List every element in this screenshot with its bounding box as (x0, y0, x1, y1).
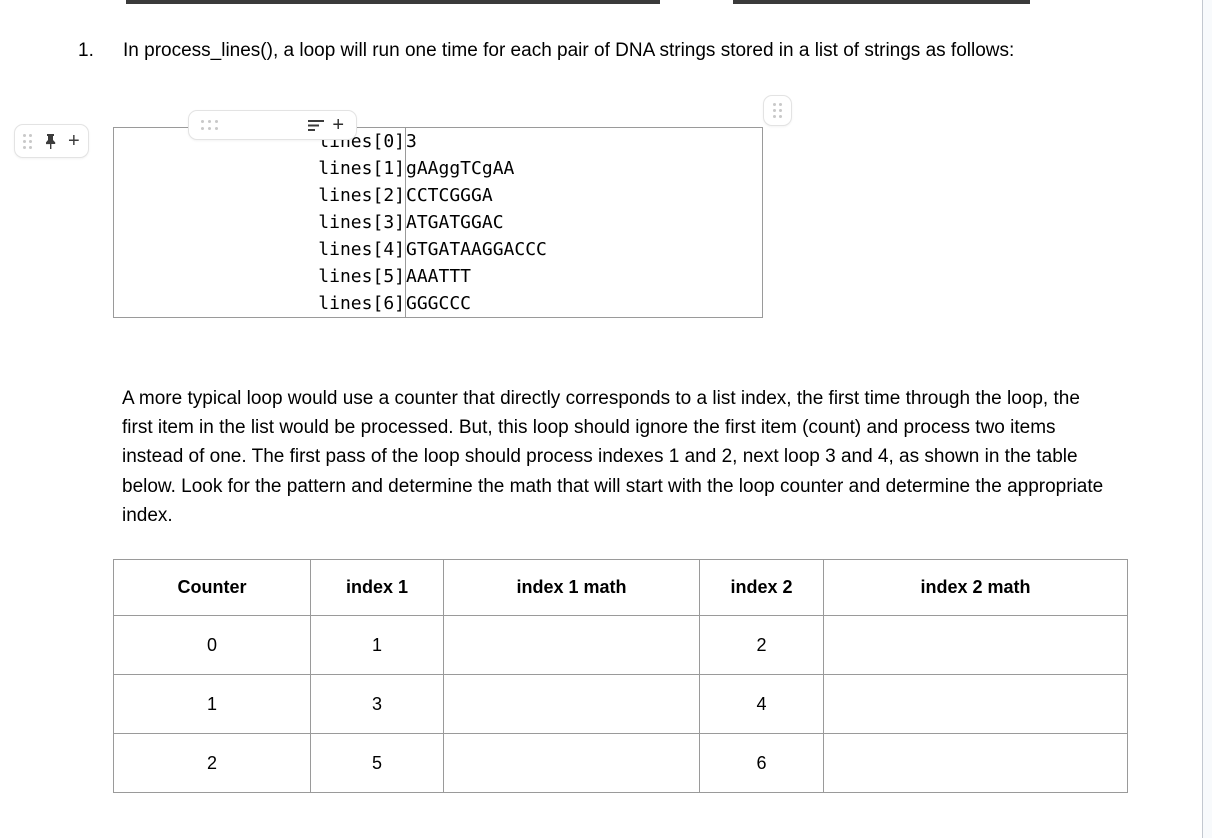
drag-dots-icon[interactable] (23, 133, 33, 149)
table-row: 0 1 2 (113, 615, 1128, 675)
line-value: gAAggTCgAA (406, 158, 515, 179)
line-label: lines[5] (318, 266, 405, 287)
question-list-item: 1. In process_lines(), a loop will run o… (78, 36, 1088, 65)
line-value: 3 (406, 131, 417, 152)
pin-icon[interactable] (43, 133, 58, 150)
cell-index2-math[interactable] (823, 615, 1128, 675)
cell-index1: 5 (310, 733, 444, 793)
table-corner-drag-handle[interactable] (763, 95, 792, 126)
line-label: lines[2] (318, 185, 405, 206)
column-header-index1-math: index 1 math (443, 559, 700, 616)
align-left-icon[interactable] (308, 119, 325, 132)
lines-label-column: lines[0] lines[1] lines[2] lines[3] line… (113, 127, 406, 318)
cell-index1: 1 (310, 615, 444, 675)
line-value: GTGATAAGGACCC (406, 239, 547, 260)
right-side-rail[interactable] (1202, 0, 1212, 838)
column-header-index1: index 1 (310, 559, 444, 616)
column-header-index2: index 2 (699, 559, 824, 616)
column-toolbar[interactable]: + (188, 110, 357, 140)
add-row-button[interactable]: + (68, 131, 80, 151)
table-header-row: Counter index 1 index 1 math index 2 ind… (113, 559, 1128, 616)
cell-index2-math[interactable] (823, 674, 1128, 734)
line-label: lines[1] (318, 158, 405, 179)
lines-table: lines[0] lines[1] lines[2] lines[3] line… (113, 127, 763, 318)
table-row: lines[0] lines[1] lines[2] lines[3] line… (113, 127, 763, 318)
list-number: 1. (78, 40, 94, 61)
table-row: 2 5 6 (113, 733, 1128, 793)
drag-dots-icon[interactable] (772, 103, 783, 119)
line-label: lines[6] (318, 293, 405, 314)
column-header-counter: Counter (113, 559, 311, 616)
drag-dots-icon[interactable] (201, 119, 220, 131)
cell-index1-math[interactable] (443, 733, 700, 793)
line-value: GGGCCC (406, 293, 472, 314)
line-value: CCTCGGGA (406, 185, 493, 206)
row-toolbar[interactable]: + (14, 124, 89, 158)
table-row: 1 3 4 (113, 674, 1128, 734)
document-page: 1. In process_lines(), a loop will run o… (0, 0, 1202, 838)
index-math-table: Counter index 1 index 1 math index 2 ind… (113, 559, 1128, 793)
lines-value-column: 3 gAAggTCgAA CCTCGGGA ATGATGGAC GTGATAAG… (406, 128, 763, 318)
add-column-button[interactable]: + (332, 115, 344, 135)
line-value: ATGATGGAC (406, 212, 504, 233)
cell-index2-math[interactable] (823, 733, 1128, 793)
cell-index2: 4 (699, 674, 824, 734)
cell-counter: 1 (113, 674, 311, 734)
body-paragraph: A more typical loop would use a counter … (122, 388, 1104, 526)
cell-index1-math[interactable] (443, 615, 700, 675)
question-text: In process_lines(), a loop will run one … (123, 40, 1015, 61)
cell-index2: 2 (699, 615, 824, 675)
cell-counter: 2 (113, 733, 311, 793)
cell-index2: 6 (699, 733, 824, 793)
line-label: lines[3] (318, 212, 405, 233)
cell-index1-math[interactable] (443, 674, 700, 734)
cell-counter: 0 (113, 615, 311, 675)
line-value: AAATTT (406, 266, 472, 287)
line-label: lines[4] (318, 239, 405, 260)
cell-index1: 3 (310, 674, 444, 734)
code-table-container: lines[0] lines[1] lines[2] lines[3] line… (113, 127, 763, 318)
column-header-index2-math: index 2 math (823, 559, 1128, 616)
